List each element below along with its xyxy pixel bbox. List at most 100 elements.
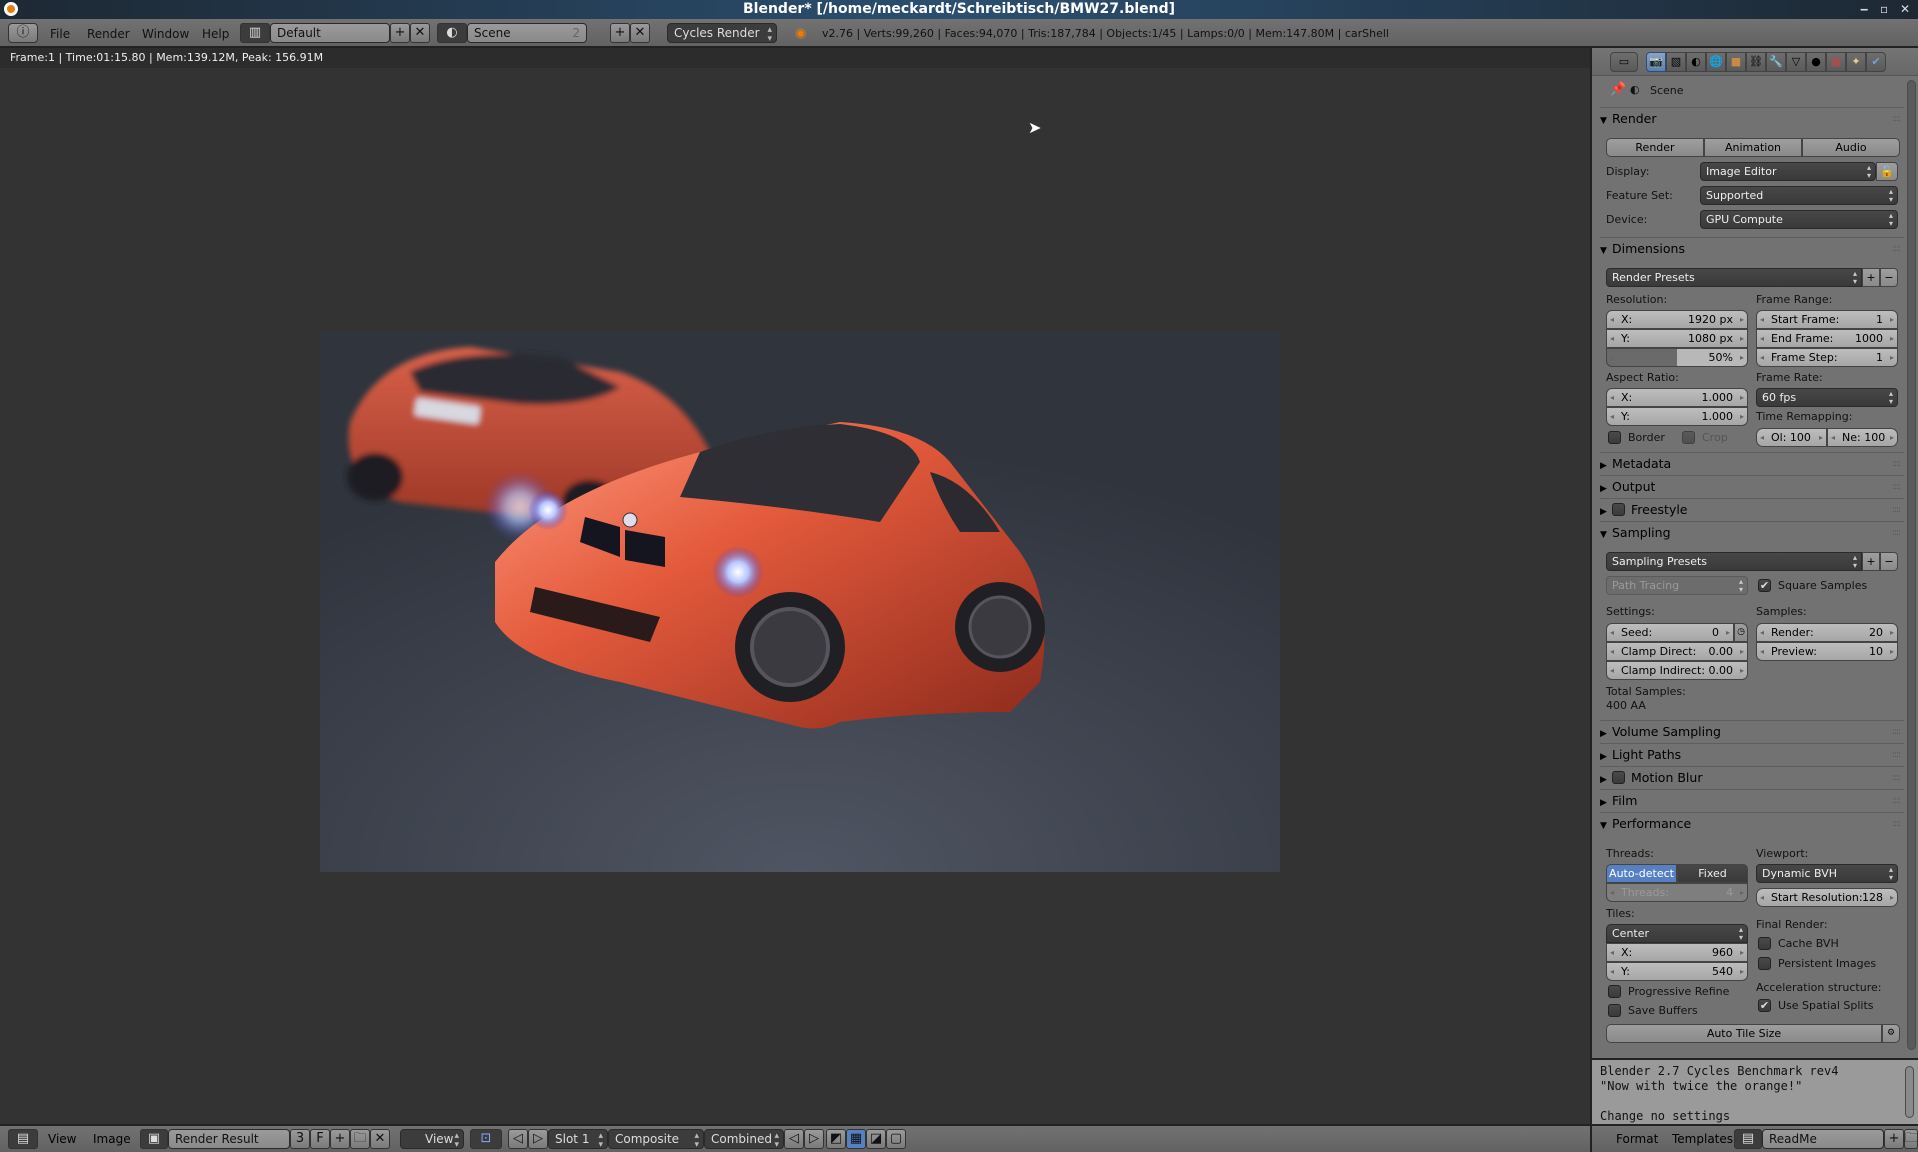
resolution-y-field[interactable]: Y:1080 px — [1606, 329, 1748, 348]
auto-tile-size-button[interactable]: Auto Tile Size — [1606, 1024, 1882, 1043]
browse-text-button[interactable]: ▤ — [1734, 1129, 1762, 1149]
editor-type-info-button[interactable]: ⓘ — [8, 23, 38, 43]
time-remap-old-field[interactable]: Ol: 100 — [1756, 428, 1827, 447]
display-dropdown[interactable]: Image Editor ▴ ▾ — [1700, 162, 1876, 181]
open-image-button[interactable]: 🗀 — [350, 1129, 370, 1149]
add-layout-button[interactable]: + — [390, 23, 410, 43]
browse-image-button[interactable]: ▣ — [140, 1129, 168, 1149]
tile-x-field[interactable]: X:960 — [1606, 943, 1748, 962]
editor-type-image-button[interactable]: ▤ — [8, 1129, 38, 1149]
menu-templates[interactable]: Templates — [1672, 1129, 1733, 1149]
pin-icon[interactable]: 📌 — [1610, 82, 1626, 98]
view-mode-dropdown[interactable]: View ▴ ▾ — [400, 1129, 464, 1150]
start-frame-field[interactable]: Start Frame:1 — [1756, 310, 1898, 329]
next-pass-button[interactable]: ▷ — [804, 1129, 824, 1149]
start-resolution-field[interactable]: Start Resolution:128 — [1756, 888, 1898, 907]
text-scrollbar[interactable] — [1905, 1066, 1914, 1118]
render-button[interactable]: Render — [1606, 138, 1704, 157]
minimize-button[interactable]: ‒ — [1860, 0, 1868, 19]
slot-dropdown[interactable]: Slot 1 ▴ ▾ — [548, 1129, 608, 1150]
add-scene-button[interactable]: + — [610, 23, 630, 43]
tab-physics-icon[interactable]: ✔ — [1866, 52, 1886, 72]
draw-zbuffer-button[interactable]: ▢ — [886, 1129, 906, 1149]
panel-freestyle-header[interactable]: ▶ Freestyle:::: — [1600, 498, 1904, 520]
frame-step-field[interactable]: Frame Step:1 — [1756, 348, 1898, 367]
draw-color-button[interactable]: ▦ — [846, 1129, 866, 1149]
panel-light-paths-header[interactable]: ▶ Light Paths:::: — [1600, 743, 1904, 765]
render-layer-dropdown[interactable]: Composite ▴ ▾ — [608, 1129, 704, 1150]
lock-interface-button[interactable]: 🔓 — [1876, 162, 1898, 181]
menu-window[interactable]: Window — [142, 24, 189, 44]
use-spatial-splits-checkbox[interactable]: ✔ — [1758, 999, 1771, 1012]
menu-render[interactable]: Render — [87, 24, 130, 44]
clamp-direct-field[interactable]: Clamp Direct:0.00 — [1606, 642, 1748, 661]
aspect-x-field[interactable]: X:1.000 — [1606, 388, 1748, 407]
resolution-percentage-slider[interactable]: 50% — [1606, 348, 1748, 367]
scene-icon[interactable]: ◐ — [437, 23, 467, 43]
tab-object-icon[interactable]: ■ — [1726, 52, 1746, 72]
sampling-presets-dropdown[interactable]: Sampling Presets ▴ ▾ — [1606, 552, 1862, 571]
crop-checkbox[interactable] — [1682, 431, 1695, 444]
image-users-count[interactable]: 3 — [290, 1129, 310, 1149]
menu-view[interactable]: View — [48, 1129, 76, 1149]
next-slot-button[interactable]: ▷ — [528, 1129, 548, 1149]
clamp-indirect-field[interactable]: Clamp Indirect:0.00 — [1606, 661, 1748, 680]
save-buffers-checkbox[interactable] — [1608, 1004, 1621, 1017]
open-text-button[interactable]: 🗀 — [1904, 1129, 1918, 1149]
panel-render-header[interactable]: ▼ Render:::: — [1600, 107, 1904, 129]
threads-auto-detect-button[interactable]: Auto-detect — [1606, 864, 1677, 883]
fake-user-button[interactable]: F — [310, 1129, 330, 1149]
panel-volume-sampling-header[interactable]: ▶ Volume Sampling:::: — [1600, 720, 1904, 742]
render-presets-dropdown[interactable]: Render Presets ▴ ▾ — [1606, 268, 1862, 287]
render-pass-dropdown[interactable]: Combined ▴ ▾ — [704, 1129, 784, 1150]
unlink-image-button[interactable]: ✕ — [370, 1129, 390, 1149]
frame-rate-dropdown[interactable]: 60 fps ▴ ▾ — [1756, 388, 1898, 407]
tile-y-field[interactable]: Y:540 — [1606, 962, 1748, 981]
aspect-y-field[interactable]: Y:1.000 — [1606, 407, 1748, 426]
render-samples-field[interactable]: Render:20 — [1756, 623, 1898, 642]
draw-alpha-button[interactable]: ◪ — [866, 1129, 886, 1149]
preview-samples-field[interactable]: Preview:10 — [1756, 642, 1898, 661]
seed-field[interactable]: Seed:0 — [1606, 623, 1734, 642]
add-sampling-preset-button[interactable]: + — [1862, 552, 1880, 571]
panel-dimensions-header[interactable]: ▼ Dimensions:::: — [1600, 237, 1904, 259]
animated-seed-button[interactable]: ◷ — [1734, 623, 1748, 642]
remove-render-preset-button[interactable]: − — [1880, 268, 1898, 287]
viewport-bvh-dropdown[interactable]: Dynamic BVH ▴ ▾ — [1756, 864, 1898, 883]
screen-layout-field[interactable]: Default — [270, 23, 390, 43]
menu-image[interactable]: Image — [93, 1129, 131, 1149]
auto-tile-size-addon-icon[interactable]: ⚙ — [1882, 1024, 1900, 1043]
new-image-button[interactable]: + — [330, 1129, 350, 1149]
square-samples-checkbox[interactable]: ✔ — [1758, 579, 1771, 592]
menu-format[interactable]: Format — [1616, 1129, 1658, 1149]
panel-sampling-header[interactable]: ▼ Sampling:::: — [1600, 521, 1904, 543]
tile-order-dropdown[interactable]: Center ▴ ▾ — [1606, 924, 1748, 943]
tab-render-layers-icon[interactable]: ▧ — [1666, 52, 1686, 72]
persistent-images-checkbox[interactable] — [1758, 957, 1771, 970]
device-dropdown[interactable]: GPU Compute ▴ ▾ — [1700, 210, 1898, 229]
draw-color-alpha-button[interactable]: ◩ — [826, 1129, 846, 1149]
text-name-field[interactable]: ReadMe — [1762, 1129, 1884, 1149]
image-editor-canvas[interactable]: ➤ — [0, 68, 1590, 1124]
progressive-refine-checkbox[interactable] — [1608, 985, 1621, 998]
pivot-dropdown[interactable]: ⊡ — [470, 1129, 502, 1149]
tab-render-camera-icon[interactable]: 📷 — [1646, 52, 1666, 72]
resolution-x-field[interactable]: X:1920 px — [1606, 310, 1748, 329]
panel-performance-header[interactable]: ▼ Performance:::: — [1600, 812, 1904, 834]
text-editor[interactable]: Blender 2.7 Cycles Benchmark rev4 "Now wi… — [1590, 1058, 1918, 1124]
tab-world-icon[interactable]: 🌐 — [1706, 52, 1726, 72]
panel-metadata-header[interactable]: ▶ Metadata:::: — [1600, 452, 1904, 474]
panel-film-header[interactable]: ▶ Film:::: — [1600, 789, 1904, 811]
menu-file[interactable]: File — [50, 24, 70, 44]
integrator-dropdown[interactable]: Path Tracing ▴ ▾ — [1606, 576, 1748, 595]
close-button[interactable]: ✕ — [1900, 0, 1910, 19]
add-render-preset-button[interactable]: + — [1862, 268, 1880, 287]
properties-scrollbar[interactable] — [1907, 80, 1916, 1050]
new-text-button[interactable]: + — [1884, 1129, 1904, 1149]
tab-scene-icon[interactable]: ◐ — [1686, 52, 1706, 72]
motion-blur-checkbox[interactable] — [1612, 771, 1625, 784]
cache-bvh-checkbox[interactable] — [1758, 937, 1771, 950]
panel-motion-blur-header[interactable]: ▶ Motion Blur:::: — [1600, 766, 1904, 788]
screen-layout-icon[interactable]: ▥ — [240, 23, 270, 43]
maximize-button[interactable]: ▫ — [1880, 0, 1888, 19]
